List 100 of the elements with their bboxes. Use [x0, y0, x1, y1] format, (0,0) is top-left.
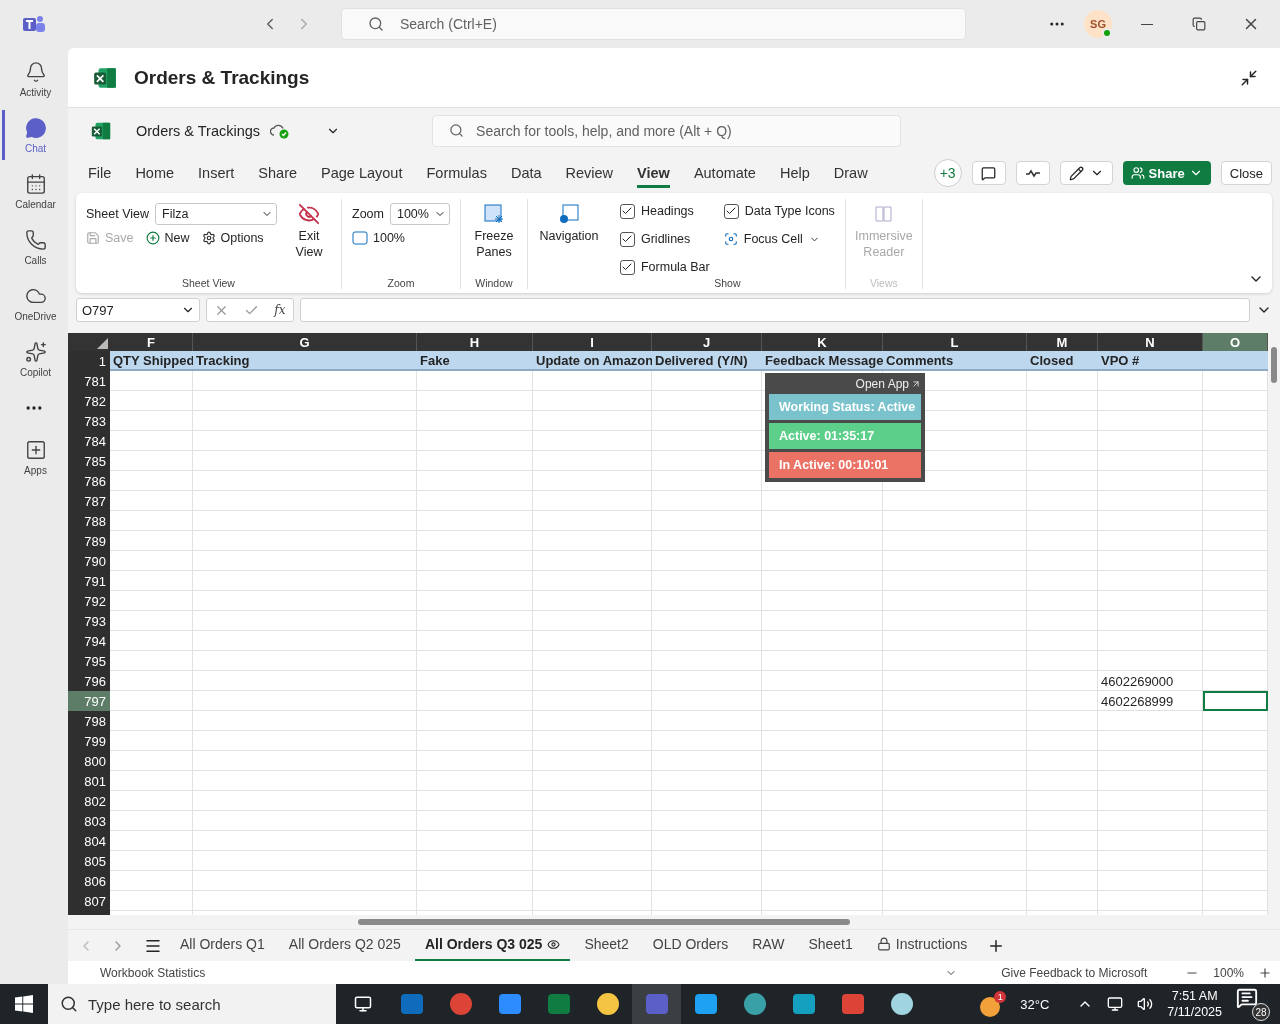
sheet-tab[interactable]: All Orders Q2 025 [278, 929, 411, 962]
column-heading[interactable]: I [533, 333, 652, 351]
sheet-tab[interactable]: All Orders Q1 [170, 929, 275, 962]
rail-item[interactable]: Copilot [2, 334, 66, 384]
cloud-saved-icon [270, 122, 291, 139]
network-icon[interactable] [1107, 996, 1124, 1012]
exit-view-button[interactable]: Exit View [287, 199, 331, 277]
column-header-cell: Fake [417, 351, 533, 371]
chat-bubble-icon [24, 116, 47, 139]
eye-off-icon [298, 203, 320, 225]
navigation-button[interactable]: Navigation [537, 199, 600, 289]
focus-cell-button[interactable]: Focus Cell [723, 229, 835, 249]
insert-function-button[interactable]: fx [274, 303, 286, 317]
freeze-panes-icon [482, 203, 505, 225]
workbook-statistics[interactable]: Workbook Statistics [100, 965, 206, 980]
share-button[interactable]: Share [1122, 161, 1211, 185]
checkbox[interactable]: Formula Bar [619, 257, 710, 277]
rail-item[interactable]: Calls [2, 222, 66, 272]
rail-item[interactable]: Chat [2, 110, 66, 160]
focus-icon [723, 232, 738, 246]
menu-tab[interactable]: Formulas [426, 158, 487, 188]
sheet-view-select[interactable]: Filza [155, 203, 277, 225]
people-icon [1130, 166, 1145, 180]
zoom-select[interactable]: 100% [389, 203, 450, 225]
active-cell[interactable] [1203, 691, 1268, 711]
plus-square-icon [24, 438, 47, 461]
row-heading[interactable]: 797 [68, 691, 110, 711]
search-icon [449, 123, 465, 138]
sheet-tab[interactable]: Sheet2 [574, 929, 639, 962]
calendar-icon [24, 172, 47, 195]
ribbon-button[interactable]: New [145, 231, 190, 245]
column-header-cell [1203, 351, 1268, 371]
menu-tab[interactable]: Automate [693, 158, 756, 188]
group-title: Sheet View [181, 277, 236, 289]
column-heading[interactable]: L [883, 333, 1027, 351]
zoom-in-icon[interactable] [1258, 965, 1272, 980]
menu-tab[interactable]: Draw [833, 158, 868, 188]
column-heading[interactable]: J [652, 333, 762, 351]
pencil-icon [1068, 165, 1084, 181]
minimize-icon [1141, 23, 1153, 25]
rail-item[interactable]: Activity [2, 54, 66, 104]
checkbox[interactable]: Gridlines [619, 229, 710, 249]
rail-item[interactable]: OneDrive [2, 278, 66, 328]
menu-tab[interactable]: Home [135, 158, 175, 188]
formula-input[interactable] [300, 298, 1250, 322]
column-heading[interactable]: K [762, 333, 883, 351]
arrow-icon [911, 379, 921, 389]
column-header-cell: Tracking [193, 351, 417, 371]
clock[interactable]: 7:51 AM 7/11/2025 [1167, 987, 1222, 1021]
search-field[interactable]: Search for tools, help, and more (Alt + Q) [432, 114, 902, 147]
sheet-tab[interactable]: Instructions [866, 929, 978, 962]
menu-tab[interactable]: Share [258, 158, 298, 188]
freeze-panes-button[interactable]: Freeze Panes [470, 199, 517, 277]
check-icon [725, 205, 738, 217]
column-heading[interactable]: H [417, 333, 533, 351]
check-icon [621, 233, 634, 245]
column-heading[interactable]: M [1027, 333, 1098, 351]
column-heading[interactable]: F [110, 333, 193, 351]
select-all-corner[interactable] [68, 333, 110, 351]
frame-icon [352, 231, 368, 245]
sheet-tab[interactable]: Sheet1 [798, 929, 863, 962]
sheet-tab[interactable]: RAW [742, 929, 795, 962]
file-name[interactable]: Orders & Trackings [136, 122, 261, 139]
name-box[interactable]: O797 [76, 298, 200, 322]
menu-tab[interactable]: Help [779, 158, 810, 188]
menu-tab[interactable]: View [637, 158, 670, 188]
rail-item[interactable]: Apps [2, 432, 66, 482]
notifications-button[interactable]: 28 [1236, 987, 1270, 1021]
avatar[interactable]: SG [1084, 10, 1112, 38]
checkbox[interactable]: Data Type Icons [723, 201, 835, 221]
menu-tab[interactable]: File [88, 158, 112, 188]
comments-button[interactable] [971, 161, 1006, 185]
menu-tab[interactable]: Page Layout [321, 158, 403, 188]
rail-item[interactable]: Calendar [2, 166, 66, 216]
ink-button[interactable] [1015, 161, 1050, 185]
open-app-link[interactable]: Open App [855, 377, 921, 391]
zoom-level: 100% [1213, 965, 1244, 980]
search-icon [368, 16, 384, 32]
feedback-link[interactable]: Give Feedback to Microsoft [1001, 965, 1148, 980]
editing-button[interactable] [1059, 161, 1113, 185]
menu-tab[interactable]: Review [565, 158, 614, 188]
navigation-pane-icon [557, 203, 580, 225]
ribbon-button[interactable]: Options [201, 231, 264, 245]
column-heading[interactable]: N [1098, 333, 1203, 351]
collapse-icon[interactable] [1240, 68, 1258, 87]
search-field[interactable]: Search (Ctrl+E) [341, 8, 966, 40]
column-header-cell: Comments [883, 351, 1027, 371]
taskbar-search-field[interactable]: Type here to search [48, 984, 336, 1024]
volume-icon[interactable] [1137, 996, 1154, 1012]
column-heading[interactable]: G [193, 333, 417, 351]
zoom-reset-button[interactable]: 100% [352, 231, 450, 245]
checkbox[interactable]: Headings [619, 201, 710, 221]
menu-tab[interactable]: Insert [198, 158, 235, 188]
status-bar: Working Status: Active [769, 394, 921, 420]
sheet-tab[interactable]: OLD Orders [642, 929, 739, 962]
restore-icon [1192, 17, 1206, 31]
column-heading[interactable]: O [1203, 333, 1268, 351]
collaborators-count[interactable]: +3 [933, 159, 962, 187]
close-button[interactable]: Close [1220, 161, 1272, 185]
menu-tab[interactable]: Data [510, 158, 542, 188]
